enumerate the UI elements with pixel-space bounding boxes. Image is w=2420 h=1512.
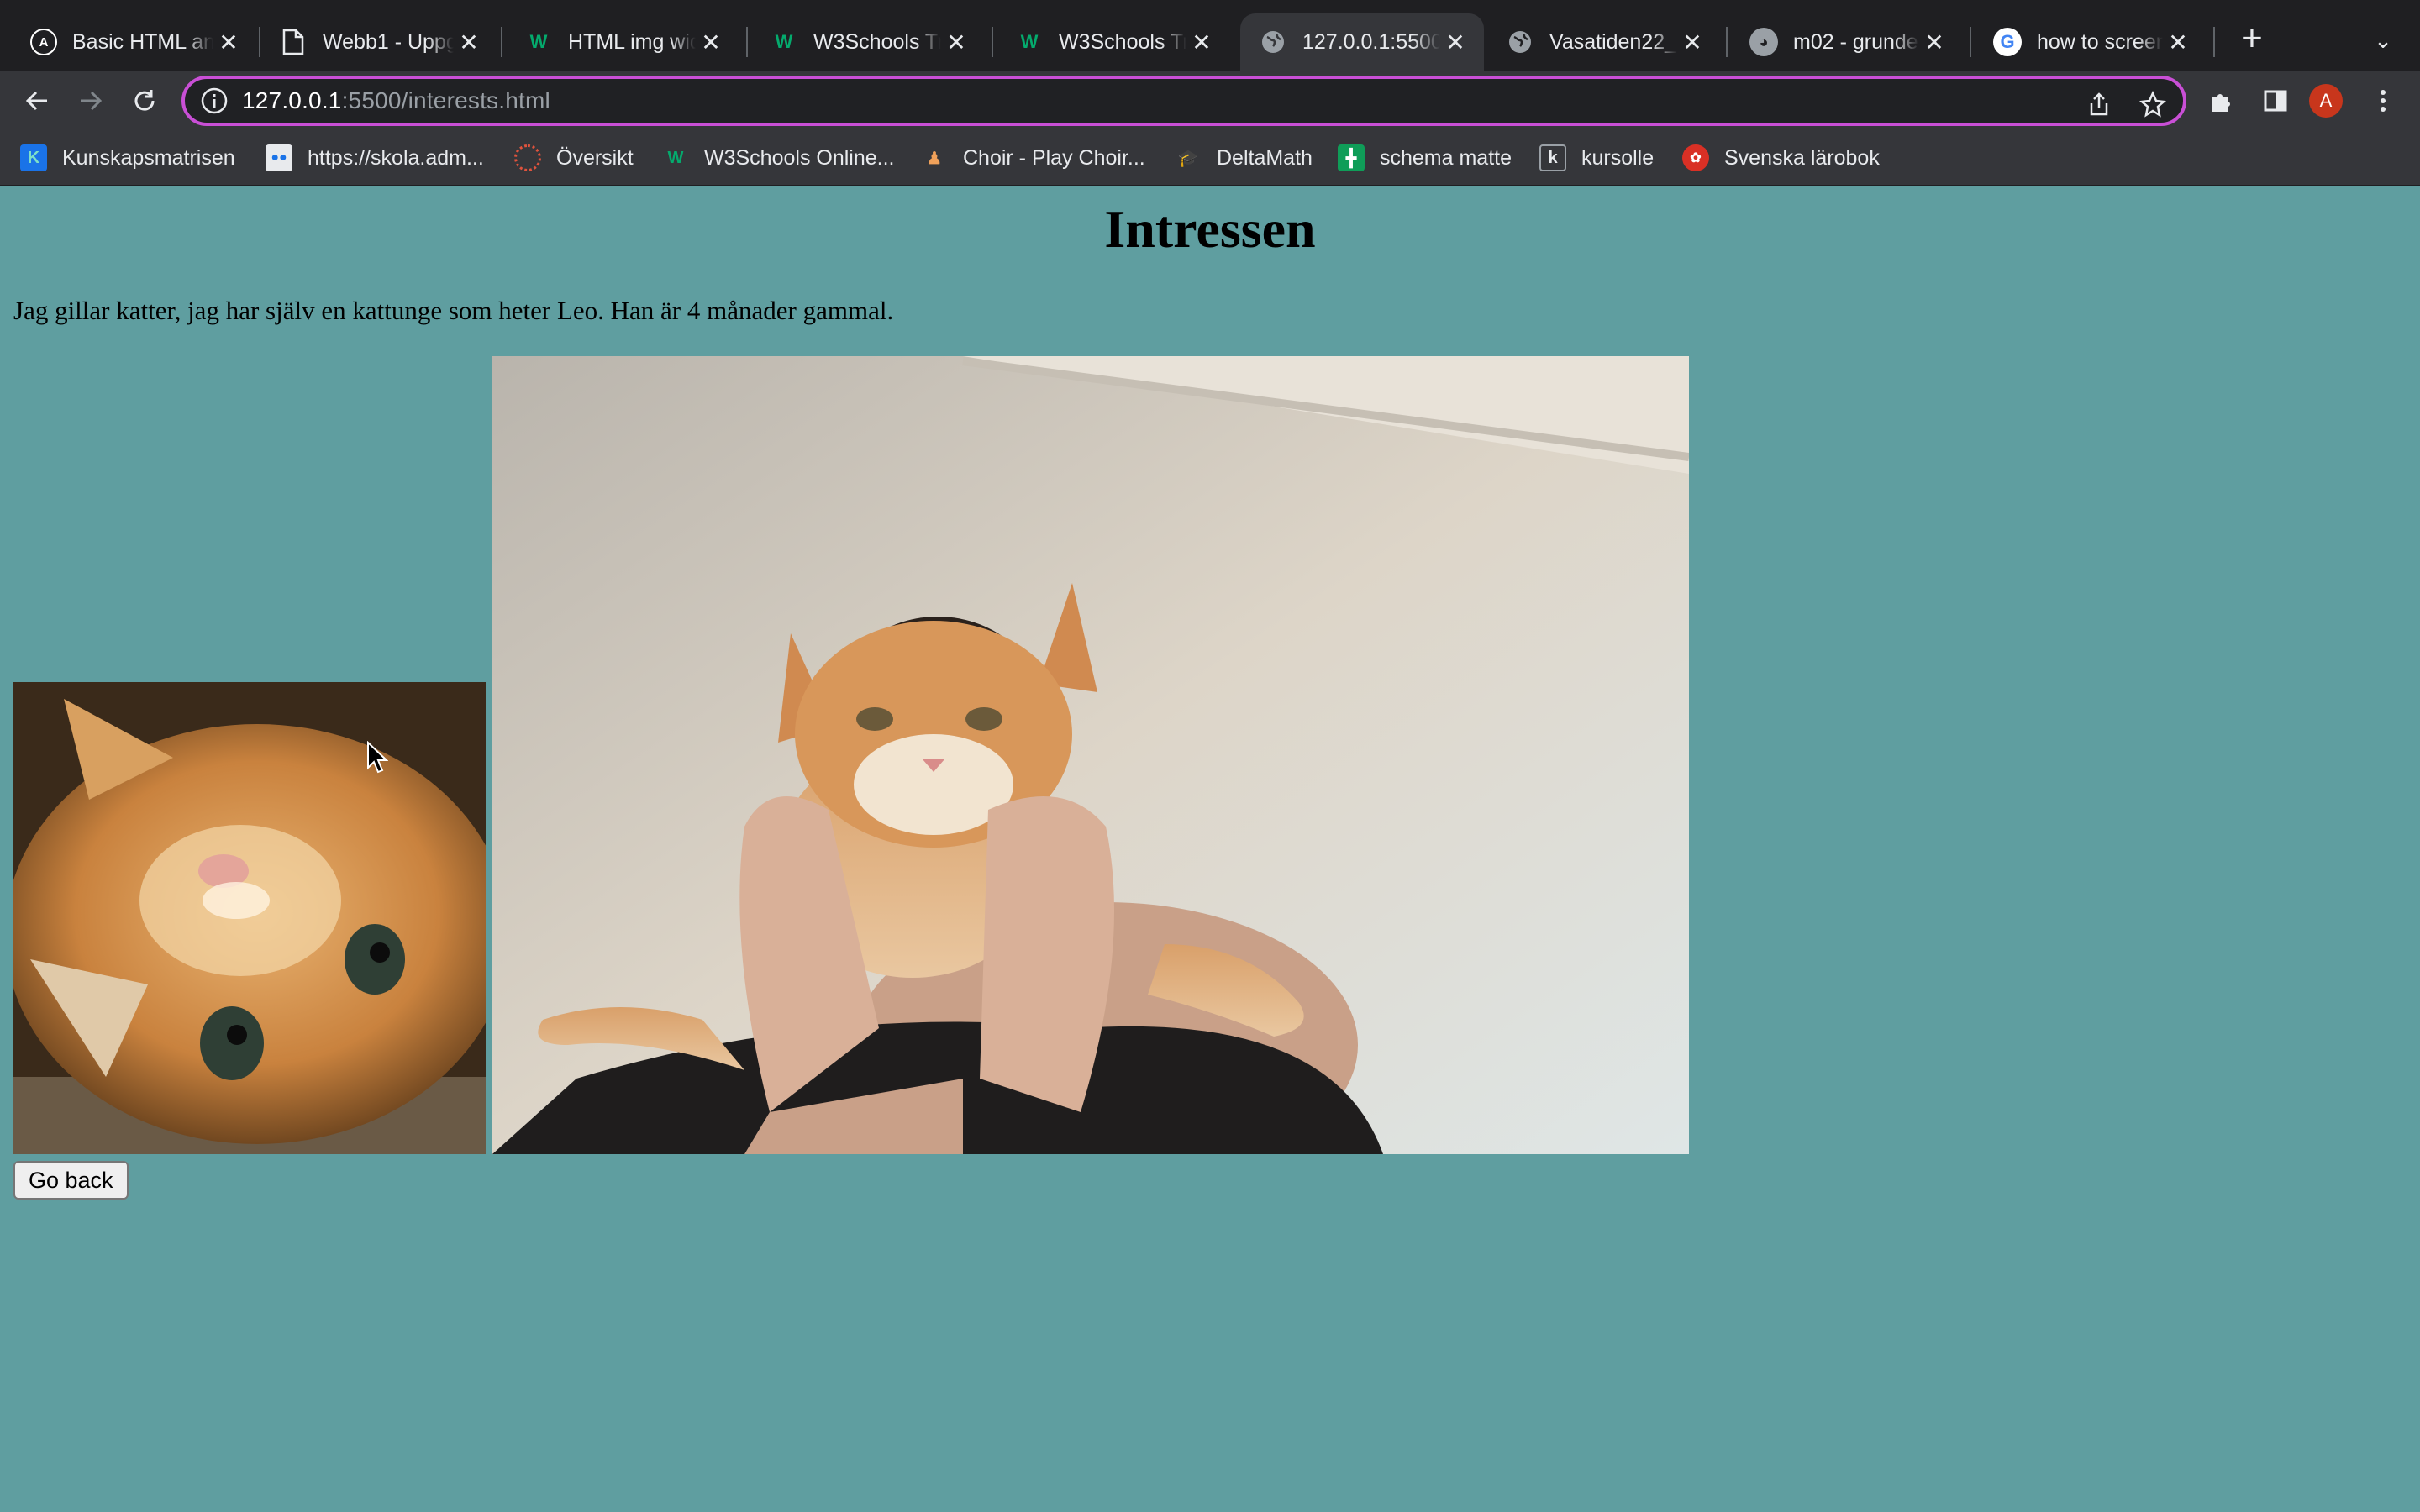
menu-kebab-icon[interactable] xyxy=(2363,81,2403,121)
bookmark-kunskapsmatrisen[interactable]: K Kunskapsmatrisen xyxy=(20,143,235,173)
tab-html-img[interactable]: W HTML img wid ✕ xyxy=(494,13,739,71)
google-icon: G xyxy=(1993,28,2022,56)
back-arrow-icon[interactable] xyxy=(17,81,57,121)
oversikt-icon xyxy=(514,144,541,171)
choir-icon: ♟ xyxy=(927,149,942,168)
angular-icon: A xyxy=(30,29,57,55)
kitten-photo-small xyxy=(13,682,486,1154)
tab-title: how to screen xyxy=(2037,29,2163,54)
tab-title: HTML img wid xyxy=(568,29,696,54)
w3schools-icon: W xyxy=(529,31,548,52)
tab-strip: A Basic HTML an ✕ Webb1 - Uppg ✕ W HTML … xyxy=(0,0,2420,71)
document-icon xyxy=(279,28,308,56)
url-host: 127.0.0.1 xyxy=(242,87,342,113)
bookmark-label: kursolle xyxy=(1581,145,1655,170)
bookmark-choir[interactable]: ♟ Choir - Play Choir... xyxy=(921,143,1145,173)
tab-localhost-active[interactable]: 127.0.0.1:5500 ✕ xyxy=(1240,13,1484,71)
bookmark-star-icon[interactable] xyxy=(2136,87,2170,121)
bookmark-label: Svenska lärobok xyxy=(1724,145,1880,170)
profile-avatar[interactable]: A xyxy=(2309,84,2343,118)
close-icon[interactable]: ✕ xyxy=(1677,27,1707,57)
w3schools-icon: W xyxy=(1020,31,1039,52)
tab-vasatiden[interactable]: Vasatiden22_1 ✕ xyxy=(1476,13,1721,71)
page-content: Intressen Jag gillar katter, jag har sjä… xyxy=(0,186,2420,1512)
kunskapsmatrisen-icon: K xyxy=(20,144,47,171)
tab-title: Basic HTML an xyxy=(72,29,213,54)
tab-title: Webb1 - Uppg xyxy=(323,29,454,54)
bookmark-label: schema matte xyxy=(1380,145,1512,170)
bookmark-skola[interactable]: ●● https://skola.adm... xyxy=(266,143,484,173)
bookmark-label: Choir - Play Choir... xyxy=(963,145,1145,170)
tab-w3schools-1[interactable]: W W3Schools Try ✕ xyxy=(739,13,985,71)
close-icon[interactable]: ✕ xyxy=(1440,27,1470,57)
tab-basic-html[interactable]: A Basic HTML an ✕ xyxy=(0,13,257,71)
tab-w3schools-2[interactable]: W W3Schools Try ✕ xyxy=(985,13,1230,71)
url-path: :5500/interests.html xyxy=(341,87,550,113)
tab-title: Vasatiden22_1 xyxy=(1549,29,1677,54)
close-icon[interactable]: ✕ xyxy=(2163,27,2193,57)
bookmark-label: Översikt xyxy=(556,145,634,170)
address-bar[interactable]: 127.0.0.1:5500/interests.html xyxy=(182,76,2186,126)
bookmark-svenska-larobok[interactable]: ✿ Svenska lärobok xyxy=(1682,143,1880,173)
tab-title: 127.0.0.1:5500 xyxy=(1302,29,1440,54)
close-icon[interactable]: ✕ xyxy=(1186,27,1217,57)
side-panel-icon[interactable] xyxy=(2255,81,2296,121)
tab-title: W3Schools Try xyxy=(813,29,941,54)
bookmark-oversikt[interactable]: Översikt xyxy=(514,143,634,173)
close-icon[interactable]: ✕ xyxy=(213,27,244,57)
w3schools-icon: W xyxy=(667,148,684,167)
skola-icon: ●● xyxy=(266,144,292,171)
tab-google[interactable]: G how to screen ✕ xyxy=(1963,13,2207,71)
bookmark-schema-matte[interactable]: ╋ schema matte xyxy=(1338,143,1512,173)
tab-title: W3Schools Try xyxy=(1059,29,1186,54)
elephant-icon: ◕ xyxy=(1749,28,1778,56)
new-tab-icon[interactable]: + xyxy=(2233,20,2270,59)
share-icon[interactable] xyxy=(2082,87,2116,121)
w3schools-icon: W xyxy=(775,31,793,52)
reload-icon[interactable] xyxy=(124,81,165,121)
globe-icon xyxy=(1506,28,1534,56)
bookmark-w3schools[interactable]: W W3Schools Online... xyxy=(662,143,895,173)
close-icon[interactable]: ✕ xyxy=(454,27,484,57)
larobok-icon: ✿ xyxy=(1682,144,1709,171)
tab-search-chevron-icon[interactable]: ⌄ xyxy=(2366,24,2400,57)
close-icon[interactable]: ✕ xyxy=(941,27,971,57)
sheets-icon: ╋ xyxy=(1338,144,1365,171)
bookmark-label: DeltaMath xyxy=(1217,145,1313,170)
browser-toolbar: 127.0.0.1:5500/interests.html A xyxy=(0,71,2420,131)
bookmark-label: W3Schools Online... xyxy=(704,145,895,170)
close-icon[interactable]: ✕ xyxy=(696,27,726,57)
close-icon[interactable]: ✕ xyxy=(1919,27,1949,57)
bookmark-kursolle[interactable]: k kursolle xyxy=(1539,143,1654,173)
tab-separator xyxy=(2213,27,2215,57)
tab-m02[interactable]: ◕ m02 - grunder ✕ xyxy=(1719,13,1963,71)
tab-webb1[interactable]: Webb1 - Uppg ✕ xyxy=(249,13,497,71)
leo-cat-photo xyxy=(492,356,1689,1154)
bookmark-deltamath[interactable]: 🎓 DeltaMath xyxy=(1175,143,1313,173)
page-heading: Intressen xyxy=(1104,199,1316,259)
kursolle-icon: k xyxy=(1539,144,1566,171)
tab-title: m02 - grunder xyxy=(1793,29,1919,54)
extensions-puzzle-icon[interactable] xyxy=(2202,81,2242,121)
intro-paragraph: Jag gillar katter, jag har själv en katt… xyxy=(13,296,894,325)
url-text[interactable]: 127.0.0.1:5500/interests.html xyxy=(242,87,550,114)
globe-icon xyxy=(1259,28,1287,56)
deltamath-icon: 🎓 xyxy=(1177,149,1199,168)
site-info-icon[interactable] xyxy=(200,87,229,115)
forward-arrow-icon[interactable] xyxy=(71,81,111,121)
mouse-cursor-icon xyxy=(367,741,388,774)
go-back-button[interactable]: Go back xyxy=(13,1161,129,1200)
bookmark-label: Kunskapsmatrisen xyxy=(62,145,235,170)
bookmark-label: https://skola.adm... xyxy=(308,145,484,170)
bookmarks-bar: K Kunskapsmatrisen ●● https://skola.adm.… xyxy=(0,131,2420,186)
